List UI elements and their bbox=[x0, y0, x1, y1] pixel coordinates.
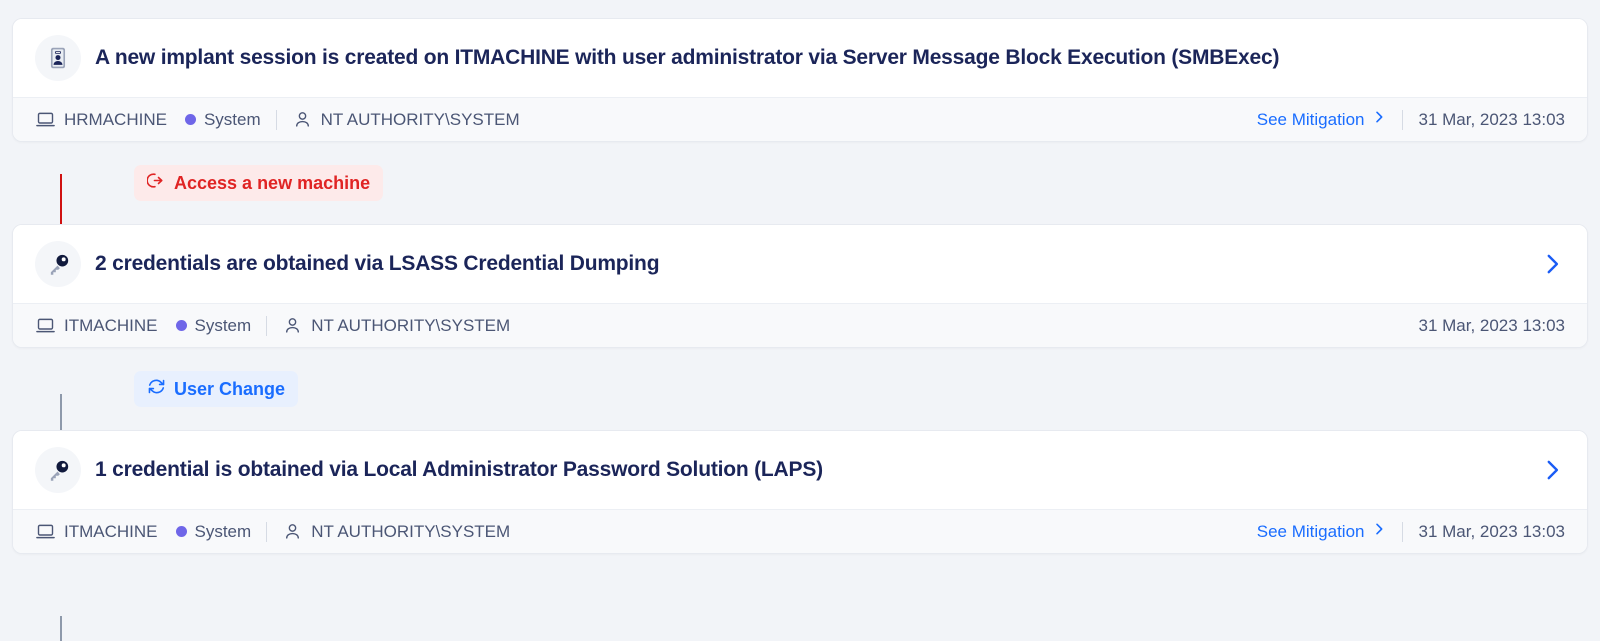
timeline-event-card[interactable]: 1 credential is obtained via Local Admin… bbox=[12, 430, 1588, 554]
machine-info: HRMACHINE bbox=[35, 109, 167, 130]
machine-info: ITMACHINE bbox=[35, 315, 158, 336]
event-title: A new implant session is created on ITMA… bbox=[95, 45, 1280, 69]
meta-divider bbox=[266, 521, 268, 542]
event-header: 1 credential is obtained via Local Admin… bbox=[13, 431, 1587, 509]
event-timestamp: 31 Mar, 2023 13:03 bbox=[1418, 109, 1565, 129]
status-info: System bbox=[175, 315, 252, 336]
status-dot bbox=[175, 320, 187, 331]
user-icon bbox=[282, 315, 303, 336]
event-header: 2 credentials are obtained via LSASS Cre… bbox=[13, 225, 1587, 303]
meta-divider bbox=[275, 109, 277, 130]
expand-event-chevron-icon[interactable] bbox=[1539, 457, 1565, 483]
chevron-right-icon bbox=[1371, 521, 1387, 542]
status-label: System bbox=[194, 315, 252, 335]
connector-label: User Change bbox=[174, 378, 286, 399]
chevron-right-icon bbox=[1371, 109, 1387, 130]
status-info: System bbox=[184, 109, 261, 130]
connector-badge-access-new-machine[interactable]: Access a new machine bbox=[134, 165, 384, 201]
logout-arrow-icon bbox=[146, 171, 166, 195]
laptop-icon bbox=[35, 521, 56, 542]
machine-name: HRMACHINE bbox=[64, 109, 167, 129]
key-icon bbox=[35, 241, 81, 287]
user-info: NT AUTHORITY\SYSTEM bbox=[292, 109, 520, 130]
see-mitigation-label: See Mitigation bbox=[1256, 521, 1365, 541]
user-icon bbox=[282, 521, 303, 542]
event-header: A new implant session is created on ITMA… bbox=[13, 19, 1587, 97]
status-label: System bbox=[194, 521, 252, 541]
meta-divider bbox=[266, 315, 268, 336]
machine-info: ITMACHINE bbox=[35, 521, 158, 542]
see-mitigation-link[interactable]: See Mitigation bbox=[1257, 521, 1388, 542]
user-name: NT AUTHORITY\SYSTEM bbox=[311, 315, 511, 335]
timeline-event-card[interactable]: 2 credentials are obtained via LSASS Cre… bbox=[12, 224, 1588, 348]
timeline-event-card[interactable]: A new implant session is created on ITMA… bbox=[12, 18, 1588, 142]
event-timestamp: 31 Mar, 2023 13:03 bbox=[1418, 315, 1565, 335]
event-meta: ITMACHINE System NT AUTHORITY\SYSTEM bbox=[13, 303, 1587, 347]
machine-name: ITMACHINE bbox=[64, 315, 158, 335]
key-icon bbox=[35, 447, 81, 493]
status-label: System bbox=[203, 109, 261, 129]
connector-label: Access a new machine bbox=[174, 172, 371, 193]
expand-event-chevron-icon[interactable] bbox=[1539, 251, 1565, 277]
event-timestamp: 31 Mar, 2023 13:03 bbox=[1418, 521, 1565, 541]
refresh-icon bbox=[147, 377, 166, 401]
timeline-rail-bottom bbox=[60, 616, 62, 641]
status-info: System bbox=[175, 521, 252, 542]
user-icon bbox=[292, 109, 313, 130]
laptop-icon bbox=[35, 315, 56, 336]
connector-badge-user-change[interactable]: User Change bbox=[134, 371, 299, 407]
meta-divider bbox=[1402, 521, 1404, 542]
event-title: 1 credential is obtained via Local Admin… bbox=[95, 457, 823, 481]
see-mitigation-link[interactable]: See Mitigation bbox=[1257, 109, 1388, 130]
laptop-icon bbox=[35, 109, 56, 130]
attack-timeline: A new implant session is created on ITMA… bbox=[0, 18, 1600, 641]
meta-divider bbox=[1402, 109, 1404, 130]
event-meta: HRMACHINE System NT AUTHORITY\SYSTEM See… bbox=[13, 97, 1587, 141]
event-meta: ITMACHINE System NT AUTHORITY\SYSTEM bbox=[13, 509, 1587, 553]
status-dot bbox=[184, 114, 196, 125]
user-info: NT AUTHORITY\SYSTEM bbox=[282, 521, 510, 542]
machine-name: ITMACHINE bbox=[64, 521, 158, 541]
timeline-connector: Access a new machine bbox=[12, 142, 1588, 224]
user-name: NT AUTHORITY\SYSTEM bbox=[320, 109, 520, 129]
id-badge-icon bbox=[35, 35, 81, 81]
timeline-connector: User Change bbox=[12, 348, 1588, 430]
status-dot bbox=[175, 526, 187, 537]
user-info: NT AUTHORITY\SYSTEM bbox=[282, 315, 510, 336]
user-name: NT AUTHORITY\SYSTEM bbox=[311, 521, 511, 541]
see-mitigation-label: See Mitigation bbox=[1256, 109, 1365, 129]
event-title: 2 credentials are obtained via LSASS Cre… bbox=[95, 251, 660, 275]
